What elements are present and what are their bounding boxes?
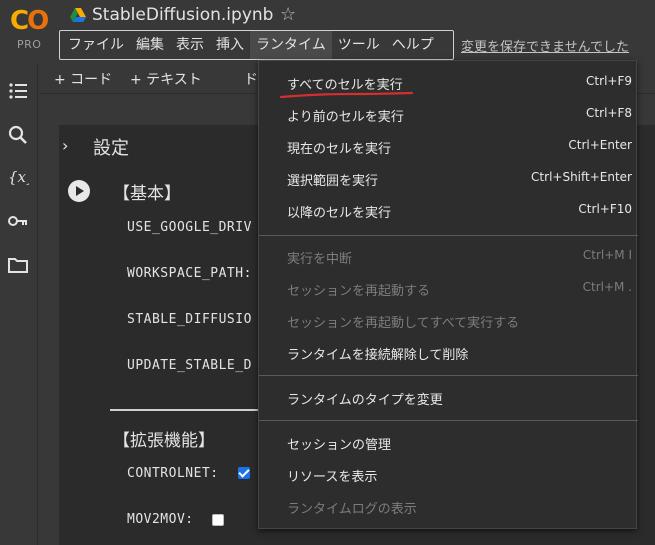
controlnet-checkbox[interactable] (238, 467, 250, 479)
menu-runtime[interactable]: ランタイム (250, 31, 332, 59)
extensions-heading: 【拡張機能】 (113, 431, 215, 451)
param-stable-diffusion: STABLE_DIFFUSIO (127, 312, 252, 327)
menu-item-shortcut: Ctrl+Enter (568, 138, 632, 152)
menu-item-label: 選択範囲を実行 (287, 174, 379, 189)
menu-interrupt: 実行を中断 Ctrl+M I (259, 241, 638, 273)
menu-file[interactable]: ファイル (62, 31, 130, 59)
menu-item-label: 現在のセルを実行 (287, 142, 392, 157)
param-update-stable-diffusion: UPDATE_STABLE_D (127, 358, 252, 373)
menu-disconnect-delete[interactable]: ランタイムを接続解除して削除 (259, 337, 638, 369)
top-bar: CO PRO StableDiffusion.ipynb ☆ ファイル 編集 表… (0, 0, 655, 64)
menu-change-runtime-type[interactable]: ランタイムのタイプを変更 (259, 382, 638, 414)
folder-icon[interactable] (7, 254, 29, 276)
menu-edit[interactable]: 編集 (130, 31, 170, 59)
menu-item-label: より前のセルを実行 (287, 110, 404, 125)
menu-help[interactable]: ヘルプ (386, 31, 440, 59)
red-annotation-underline (279, 91, 414, 99)
section-title: 設定 (93, 138, 129, 159)
param-workspace-path: WORKSPACE_PATH: (127, 266, 252, 281)
menu-item-label: セッションを再起動する (287, 284, 431, 299)
menu-view[interactable]: 表示 (170, 31, 210, 59)
colab-logo[interactable]: CO PRO (10, 6, 54, 52)
menu-item-label: ランタイムを接続解除して削除 (287, 348, 469, 363)
runtime-menu: すべてのセルを実行 Ctrl+F9 より前のセルを実行 Ctrl+F8 現在のセ… (258, 60, 638, 529)
menu-view-runtime-logs: ランタイムログの表示 (259, 491, 638, 523)
menu-run-current[interactable]: 現在のセルを実行 Ctrl+Enter (259, 131, 638, 163)
param-controlnet: CONTROLNET: (127, 466, 219, 481)
mov2mov-checkbox[interactable] (212, 514, 224, 526)
menu-item-shortcut: Ctrl+M I (582, 248, 632, 262)
menu-item-shortcut: Ctrl+F9 (586, 74, 632, 88)
chevron-right-icon[interactable]: › (62, 136, 68, 155)
menu-restart-and-run-all: セッションを再起動してすべて実行する (259, 305, 638, 337)
run-cell-button[interactable] (68, 180, 90, 202)
menu-insert[interactable]: 挿入 (210, 31, 250, 59)
param-use-google-drive: USE_GOOGLE_DRIV (127, 220, 252, 235)
form-divider (110, 409, 260, 411)
menu-item-shortcut: Ctrl+Shift+Enter (531, 170, 632, 184)
menu-run-after[interactable]: 以降のセルを実行 Ctrl+F10 (259, 195, 638, 227)
pro-badge: PRO (17, 38, 42, 51)
toolbar-truncated-button[interactable]: ド (244, 69, 258, 89)
menu-item-label: リソースを表示 (287, 470, 378, 485)
notebook-title[interactable]: StableDiffusion.ipynb (92, 5, 273, 25)
menu-restart-session: セッションを再起動する Ctrl+M . (259, 273, 638, 305)
drive-icon[interactable] (70, 8, 86, 22)
menu-item-label: 実行を中断 (287, 252, 353, 267)
key-icon[interactable] (7, 210, 29, 232)
menu-item-shortcut: Ctrl+F8 (586, 106, 632, 120)
param-mov2mov: MOV2MOV: (127, 512, 194, 527)
save-failed-link[interactable]: 変更を保存できませんでした (461, 36, 629, 55)
left-rail: {x} (0, 64, 38, 545)
menu-item-label: セッションの管理 (287, 438, 392, 453)
menu-divider (259, 235, 638, 236)
menu-view-resources[interactable]: リソースを表示 (259, 459, 638, 491)
star-icon[interactable]: ☆ (280, 4, 296, 25)
logo-text: CO (10, 6, 49, 36)
svg-text:{x}: {x} (8, 168, 29, 186)
toc-icon[interactable] (7, 80, 29, 102)
menu-item-label: 以降のセルを実行 (287, 206, 392, 221)
basic-heading: 【基本】 (113, 184, 181, 204)
menu-item-shortcut: Ctrl+M . (582, 280, 632, 294)
menu-run-before[interactable]: より前のセルを実行 Ctrl+F8 (259, 99, 638, 131)
menu-bar: ファイル 編集 表示 挿入 ランタイム ツール ヘルプ (59, 30, 454, 60)
menu-divider (259, 375, 638, 376)
menu-item-label: ランタイムログの表示 (287, 502, 417, 517)
add-code-button[interactable]: + コード (54, 69, 112, 89)
menu-manage-sessions[interactable]: セッションの管理 (259, 427, 638, 459)
search-icon[interactable] (7, 124, 29, 146)
menu-run-selection[interactable]: 選択範囲を実行 Ctrl+Shift+Enter (259, 163, 638, 195)
variables-icon[interactable]: {x} (7, 166, 29, 188)
menu-tools[interactable]: ツール (332, 31, 386, 59)
menu-divider (259, 420, 638, 421)
add-text-button[interactable]: + テキスト (130, 69, 202, 89)
menu-item-shortcut: Ctrl+F10 (578, 202, 632, 216)
menu-item-label: ランタイムのタイプを変更 (287, 393, 443, 408)
menu-item-label: セッションを再起動してすべて実行する (287, 316, 520, 331)
